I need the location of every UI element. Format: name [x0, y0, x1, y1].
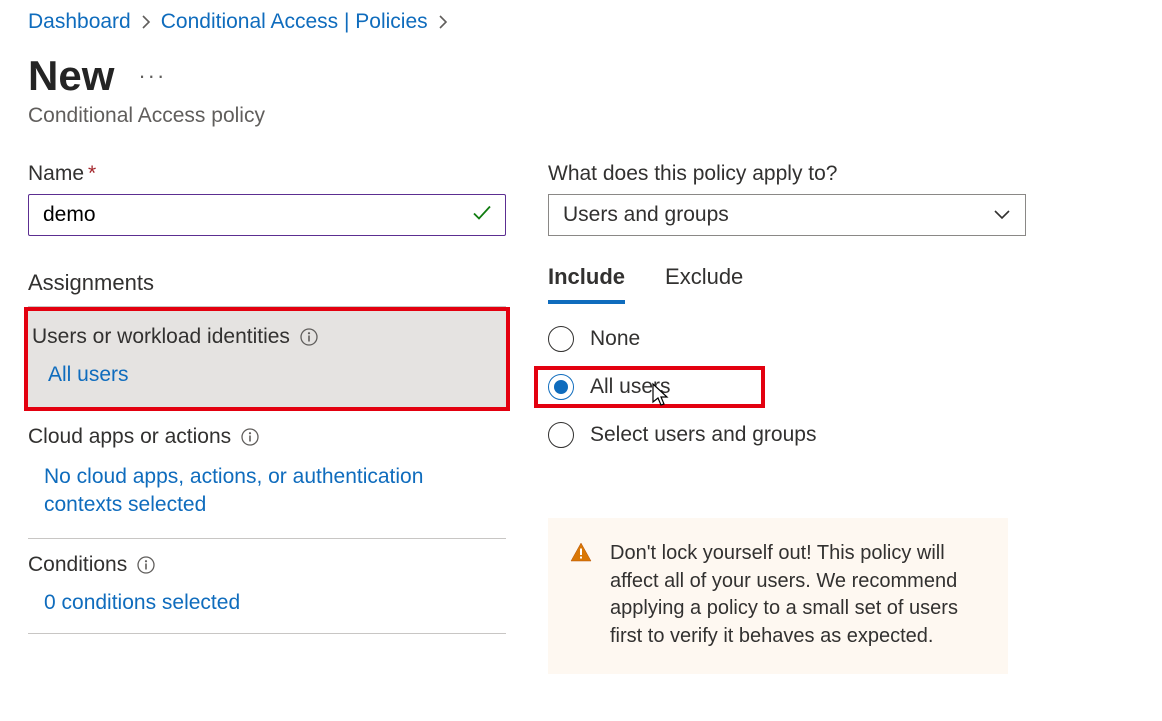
apply-to-dropdown-value: Users and groups	[563, 203, 729, 227]
chevron-down-icon	[993, 203, 1011, 227]
radio-all-users[interactable]: All users	[534, 366, 765, 408]
radio-select-users-label: Select users and groups	[590, 423, 816, 447]
assignment-cloud-apps-label: Cloud apps or actions	[28, 425, 231, 449]
chevron-right-icon	[141, 15, 151, 29]
radio-all-users-label: All users	[590, 375, 671, 399]
assignment-users-label: Users or workload identities	[32, 325, 290, 349]
assignment-users[interactable]: Users or workload identities All users	[24, 307, 510, 411]
page-subtitle: Conditional Access policy	[0, 100, 1162, 128]
assignment-conditions-label: Conditions	[28, 553, 127, 577]
warning-icon	[570, 542, 592, 650]
required-asterisk: *	[88, 162, 96, 185]
chevron-right-icon	[438, 15, 448, 29]
assignments-heading: Assignments	[28, 270, 506, 307]
assignment-cloud-apps[interactable]: Cloud apps or actions No cloud apps, act…	[28, 411, 506, 539]
warning-text: Don't lock yourself out! This policy wil…	[610, 540, 980, 650]
include-exclude-tabs: Include Exclude	[548, 258, 1028, 304]
include-radio-group: None All users Select users and groups	[548, 326, 1028, 448]
assignment-users-value[interactable]: All users	[48, 363, 498, 387]
info-icon[interactable]	[137, 556, 155, 574]
breadcrumb: Dashboard Conditional Access | Policies	[0, 0, 1162, 36]
info-icon[interactable]	[300, 328, 318, 346]
page-title: New	[28, 52, 114, 100]
name-label: Name*	[28, 162, 506, 186]
warning-callout: Don't lock yourself out! This policy wil…	[548, 518, 1008, 674]
tab-include[interactable]: Include	[548, 258, 625, 304]
more-actions-button[interactable]: ···	[138, 63, 166, 89]
apply-to-label: What does this policy apply to?	[548, 162, 1028, 186]
assignment-conditions-value[interactable]: 0 conditions selected	[44, 591, 506, 615]
name-input-wrapper	[28, 194, 506, 236]
breadcrumb-dashboard[interactable]: Dashboard	[28, 10, 131, 34]
radio-none[interactable]: None	[548, 326, 1028, 352]
info-icon[interactable]	[241, 428, 259, 446]
radio-select-users[interactable]: Select users and groups	[548, 422, 1028, 448]
tab-exclude[interactable]: Exclude	[665, 258, 743, 304]
assignment-conditions[interactable]: Conditions 0 conditions selected	[28, 539, 506, 634]
apply-to-dropdown[interactable]: Users and groups	[548, 194, 1026, 236]
checkmark-icon	[471, 202, 493, 229]
assignment-cloud-apps-value[interactable]: No cloud apps, actions, or authenticatio…	[44, 463, 506, 520]
radio-none-label: None	[590, 327, 640, 351]
name-input[interactable]	[29, 195, 505, 235]
breadcrumb-conditional-access[interactable]: Conditional Access | Policies	[161, 10, 428, 34]
